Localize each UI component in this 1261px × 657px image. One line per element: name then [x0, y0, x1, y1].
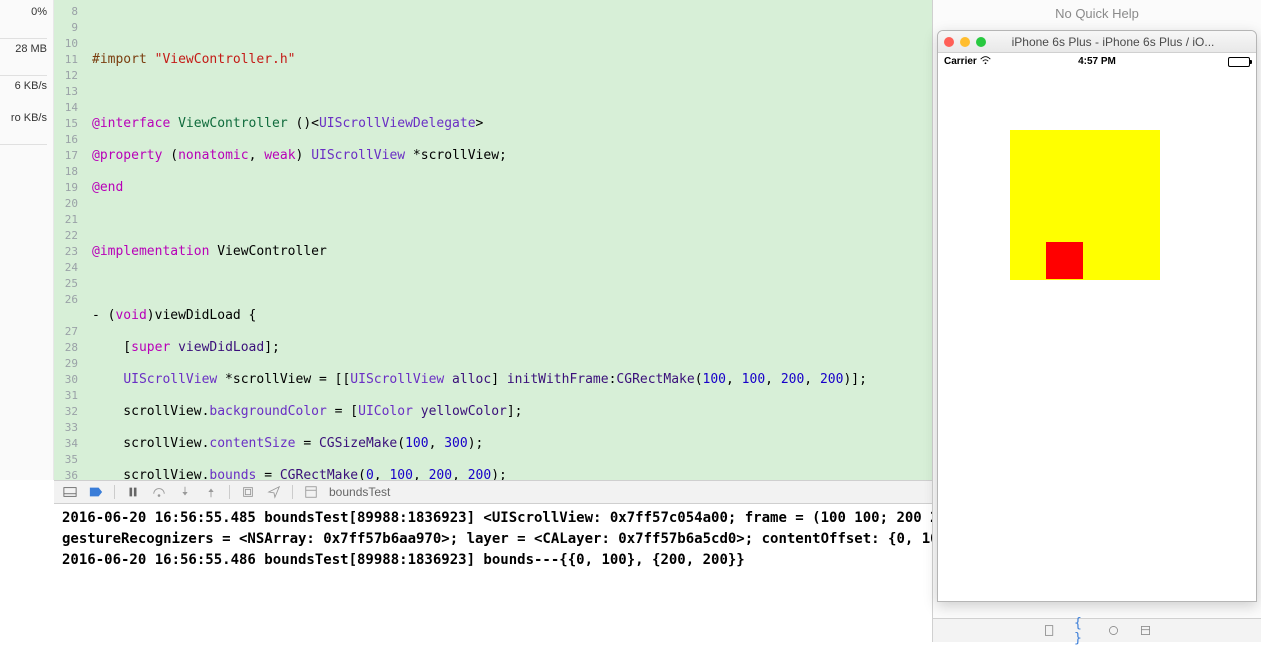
- simulator-titlebar[interactable]: iPhone 6s Plus - iPhone 6s Plus / iO...: [938, 31, 1256, 53]
- line-numbers-gutter: 8910111213141516171819202122232425262728…: [54, 0, 84, 480]
- battery-icon: [1228, 57, 1250, 67]
- location-icon[interactable]: [266, 484, 282, 500]
- simulator-title: iPhone 6s Plus - iPhone 6s Plus / iO...: [996, 35, 1250, 49]
- red-button[interactable]: [1046, 242, 1083, 279]
- toggle-debug-area-icon[interactable]: [62, 484, 78, 500]
- zoom-window-icon[interactable]: [976, 37, 986, 47]
- source-editor[interactable]: 8910111213141516171819202122232425262728…: [54, 0, 932, 480]
- yellow-scrollview[interactable]: [1010, 130, 1160, 280]
- close-window-icon[interactable]: [944, 37, 954, 47]
- identity-inspector-icon[interactable]: [1106, 624, 1120, 638]
- stat-memory: 28 MB: [0, 43, 47, 57]
- breakpoint-toggle-icon[interactable]: [88, 484, 104, 500]
- stat-cpu-pct: 0%: [0, 6, 47, 20]
- debug-view-hierarchy-icon[interactable]: [240, 484, 256, 500]
- process-icon[interactable]: [303, 484, 319, 500]
- stat-rate1: 6 KB/s: [0, 80, 47, 94]
- ios-statusbar: Carrier 4:57 PM: [938, 53, 1256, 70]
- code-content[interactable]: #import "ViewController.h" @interface Vi…: [84, 0, 932, 480]
- attributes-inspector-icon[interactable]: [1138, 624, 1152, 638]
- debug-target-label[interactable]: boundsTest: [329, 485, 390, 499]
- file-inspector-icon[interactable]: [1042, 624, 1056, 638]
- simulator-screen[interactable]: Carrier 4:57 PM: [938, 53, 1256, 601]
- step-over-icon[interactable]: [151, 484, 167, 500]
- no-quick-help-label: No Quick Help: [933, 6, 1261, 21]
- step-out-icon[interactable]: [203, 484, 219, 500]
- simulator-window[interactable]: iPhone 6s Plus - iPhone 6s Plus / iO... …: [937, 30, 1257, 602]
- inspector-footer: { }: [932, 618, 1261, 642]
- step-into-icon[interactable]: [177, 484, 193, 500]
- quick-help-inspector-icon[interactable]: { }: [1074, 624, 1088, 638]
- stat-rate2: ro KB/s: [0, 112, 47, 126]
- minimize-window-icon[interactable]: [960, 37, 970, 47]
- status-time: 4:57 PM: [938, 56, 1256, 67]
- debug-stats-sidebar: 0% 28 MB 6 KB/s ro KB/s: [0, 0, 54, 480]
- pause-icon[interactable]: [125, 484, 141, 500]
